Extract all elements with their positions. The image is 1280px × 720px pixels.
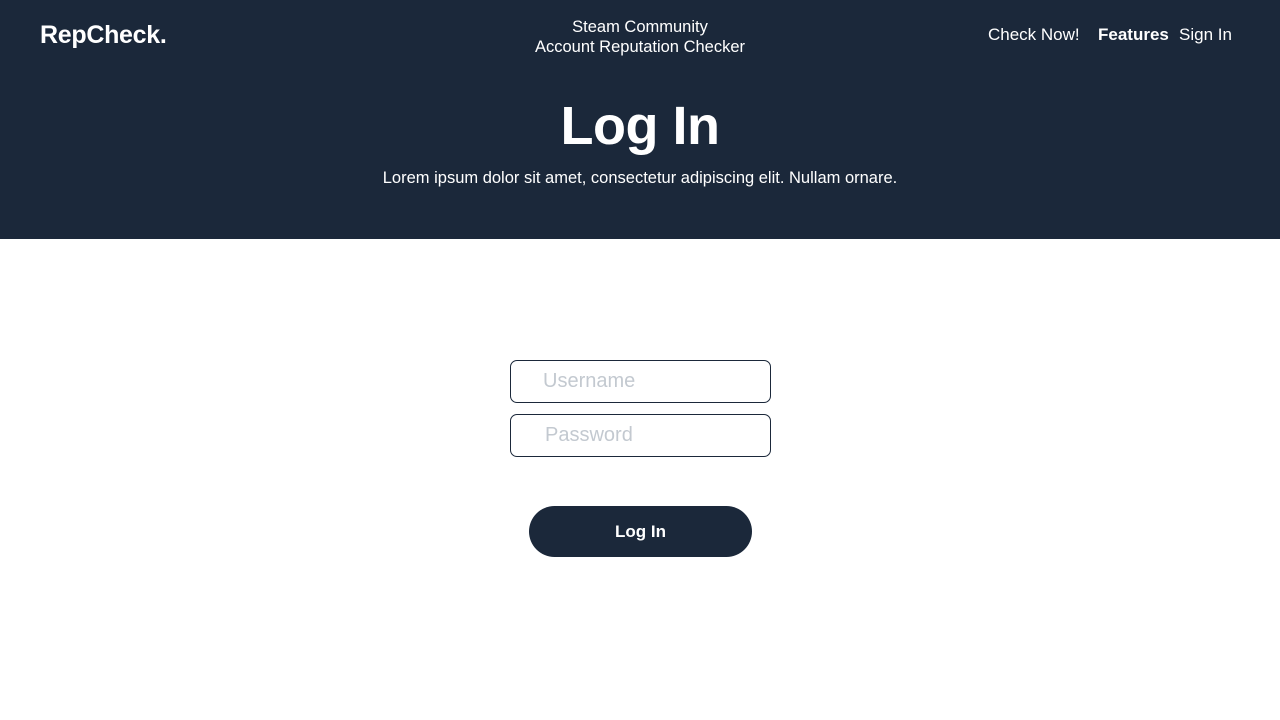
page-title: Log In [560,96,720,156]
login-button[interactable]: Log In [529,506,752,557]
tagline-line-2: Account Reputation Checker [534,38,746,56]
nav-check-now-link[interactable]: Check Now! [988,25,1080,45]
tagline: Steam Community Account Reputation Check… [440,17,840,57]
username-input[interactable] [510,360,771,403]
nav-sign-in-link[interactable]: Sign In [1179,25,1232,45]
password-input[interactable] [510,414,771,457]
header-hero: RepCheck. Steam Community Account Reputa… [0,0,1280,239]
logo[interactable]: RepCheck. [40,21,167,50]
tagline-line-1: Steam Community [572,18,708,36]
page-subtitle: Lorem ipsum dolor sit amet, consectetur … [382,169,898,187]
nav-features-link[interactable]: Features [1098,25,1169,45]
